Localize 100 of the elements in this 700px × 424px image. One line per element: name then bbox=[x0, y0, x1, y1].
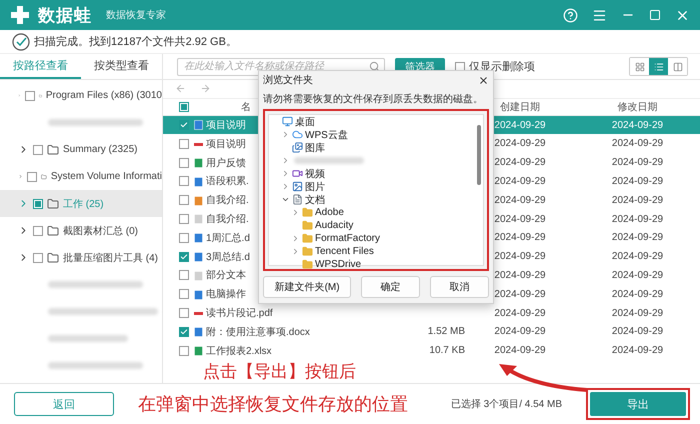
created-date: 2024-09-29 bbox=[494, 214, 546, 225]
checkbox[interactable] bbox=[179, 158, 189, 168]
created-date: 2024-09-29 bbox=[494, 194, 546, 206]
folder-label[interactable]: FormatFactory bbox=[315, 233, 380, 244]
created-date: 2024-09-29 bbox=[494, 270, 546, 281]
help-icon[interactable] bbox=[563, 8, 578, 22]
created-date: 2024-09-29 bbox=[494, 138, 546, 150]
column-header[interactable]: 创建日期 bbox=[500, 100, 540, 114]
checkbox[interactable] bbox=[33, 226, 43, 236]
folder-label[interactable]: Adobe bbox=[315, 207, 344, 218]
checkbox[interactable] bbox=[33, 144, 43, 154]
dialog-button[interactable]: 新建文件夹(M) bbox=[263, 276, 352, 298]
close-icon[interactable] bbox=[478, 74, 489, 86]
created-date: 2024-09-29 bbox=[494, 308, 546, 318]
folder-icon bbox=[302, 259, 313, 270]
selection-summary: 已选择 3个项目/ 4.54 MB bbox=[450, 398, 562, 411]
file-icon bbox=[194, 196, 203, 206]
folder-label[interactable]: Program Files (x86) (3010 bbox=[46, 90, 162, 101]
folder-icon bbox=[47, 144, 59, 156]
modified-date: 2024-09-29 bbox=[612, 345, 664, 356]
back-button[interactable]: 返回 bbox=[14, 392, 114, 416]
view-mode-button[interactable] bbox=[649, 58, 668, 75]
folder-icon bbox=[302, 233, 313, 244]
file-name: 语段积累. bbox=[191, 174, 249, 188]
checkbox[interactable] bbox=[179, 120, 189, 130]
folder-label[interactable]: 桌面 bbox=[295, 114, 315, 128]
file-name: 项目说明 bbox=[191, 118, 246, 132]
file-icon bbox=[194, 327, 203, 338]
file-name: 自我介绍. bbox=[191, 212, 249, 226]
folder-label[interactable]: 文档 bbox=[305, 192, 325, 206]
file-name: 1周汇总.d bbox=[191, 230, 250, 245]
checkbox[interactable] bbox=[179, 326, 189, 337]
monitor-icon bbox=[282, 116, 293, 127]
scrollbar-thumb[interactable] bbox=[477, 125, 481, 185]
folder-label[interactable]: 图片 bbox=[305, 180, 325, 194]
checkbox[interactable] bbox=[455, 62, 465, 72]
checkbox[interactable] bbox=[179, 346, 189, 356]
file-icon bbox=[194, 346, 203, 356]
modified-date: 2024-09-29 bbox=[612, 194, 664, 206]
checkbox[interactable] bbox=[27, 172, 38, 182]
annotation-text: 点击【导出】按钮后 bbox=[203, 361, 356, 383]
modified-date: 2024-09-29 bbox=[612, 176, 664, 187]
checkbox[interactable] bbox=[33, 198, 43, 208]
created-date: 2024-09-29 bbox=[494, 326, 546, 338]
menu-icon[interactable] bbox=[592, 8, 607, 22]
folder-label[interactable]: WPS云盘 bbox=[305, 128, 348, 142]
folder-label[interactable]: Summary (2325) bbox=[63, 144, 138, 155]
modified-date: 2024-09-29 bbox=[612, 270, 664, 281]
file-size: 1.52 MB bbox=[428, 326, 465, 338]
forward-arrow-icon[interactable] bbox=[200, 83, 211, 94]
file-icon bbox=[194, 120, 203, 130]
folder-icon bbox=[302, 207, 313, 218]
checkbox[interactable] bbox=[179, 232, 189, 243]
folder-label[interactable]: 批量压缩图片工具 (4) bbox=[63, 250, 158, 264]
folder-label[interactable]: Tencent Files bbox=[315, 246, 374, 257]
created-date: 2024-09-29 bbox=[494, 345, 546, 356]
blurred-text bbox=[294, 157, 364, 164]
checkbox[interactable] bbox=[179, 195, 189, 206]
folder-label[interactable]: 截图素材汇总 (0) bbox=[63, 224, 138, 238]
app-subtitle: 数据恢复专家 bbox=[106, 8, 166, 22]
modified-date: 2024-09-29 bbox=[612, 326, 664, 338]
dialog-button[interactable]: 取消 bbox=[430, 276, 489, 298]
created-date: 2024-09-29 bbox=[494, 288, 546, 300]
folder-label[interactable]: WPSDrive bbox=[315, 259, 362, 270]
checkbox[interactable] bbox=[179, 138, 189, 149]
file-icon bbox=[194, 252, 203, 262]
modified-date: 2024-09-29 bbox=[612, 232, 664, 244]
file-icon bbox=[194, 270, 203, 281]
created-date: 2024-09-29 bbox=[494, 176, 546, 187]
checkbox[interactable] bbox=[179, 308, 189, 318]
checkbox[interactable] bbox=[179, 252, 189, 262]
back-arrow-icon[interactable] bbox=[175, 83, 186, 94]
file-icon bbox=[194, 233, 203, 244]
checkbox[interactable] bbox=[179, 270, 189, 280]
modified-date: 2024-09-29 bbox=[612, 308, 664, 318]
modified-date: 2024-09-29 bbox=[612, 120, 664, 131]
file-name: 电脑操作 bbox=[191, 287, 246, 302]
cross-logo-icon bbox=[10, 5, 30, 25]
file-name: 用户反馈 bbox=[191, 156, 246, 170]
folder-icon bbox=[47, 252, 59, 264]
folder-label[interactable]: Audacity bbox=[315, 220, 354, 231]
checkbox[interactable] bbox=[179, 176, 189, 186]
checkbox[interactable] bbox=[179, 102, 189, 112]
folder-label[interactable]: 视频 bbox=[305, 166, 325, 180]
created-date: 2024-09-29 bbox=[494, 157, 546, 168]
annotation-text: 在弹窗中选择恢复文件存放的位置 bbox=[138, 393, 408, 416]
check-circle-icon bbox=[12, 32, 30, 50]
file-name: 3周总结.d bbox=[191, 250, 250, 264]
search-icon[interactable] bbox=[369, 61, 380, 72]
dialog-button[interactable]: 确定 bbox=[361, 276, 420, 298]
checkbox[interactable] bbox=[24, 90, 35, 100]
folder-icon bbox=[302, 246, 313, 257]
checkbox[interactable] bbox=[33, 252, 43, 262]
checkbox[interactable] bbox=[179, 289, 189, 300]
folder-label[interactable]: 图库 bbox=[305, 140, 325, 154]
folder-label[interactable]: System Volume Informati bbox=[50, 171, 162, 182]
checkbox[interactable] bbox=[179, 214, 189, 224]
column-header[interactable]: 修改日期 bbox=[618, 100, 658, 114]
maximize-icon[interactable] bbox=[649, 9, 661, 21]
gallery-icon bbox=[292, 142, 303, 153]
